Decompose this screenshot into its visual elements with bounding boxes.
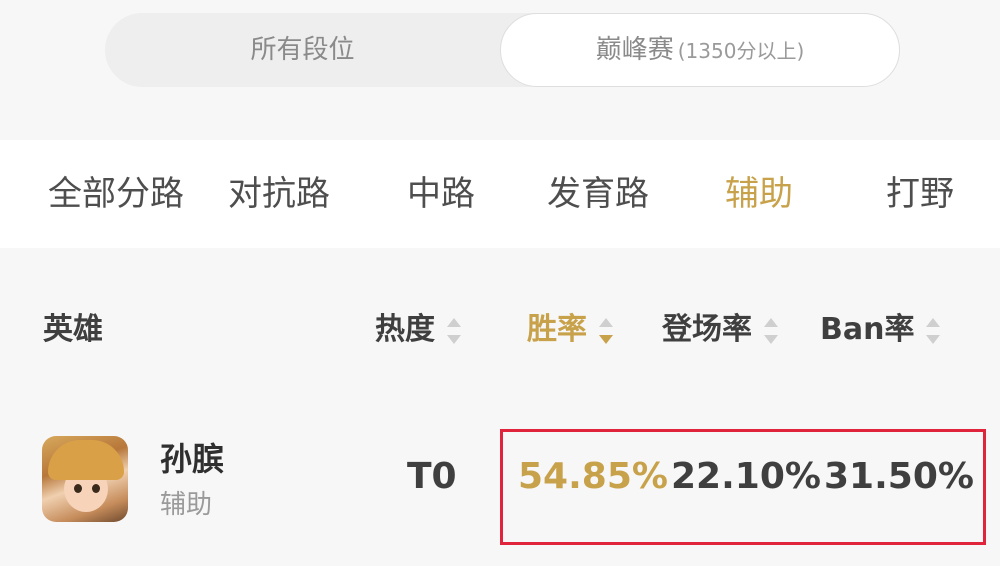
sort-arrows-icon bbox=[764, 316, 778, 346]
pick-rate-value: 22.10% bbox=[671, 456, 821, 497]
tab-all-lanes[interactable]: 全部分路 bbox=[48, 140, 184, 248]
column-heat[interactable]: 热度 bbox=[375, 300, 461, 360]
all-ranks-label: 所有段位 bbox=[250, 35, 355, 65]
tab-mid-lane[interactable]: 中路 bbox=[407, 140, 475, 248]
column-heat-label: 热度 bbox=[375, 312, 435, 347]
sort-desc-icon bbox=[599, 316, 613, 346]
column-ban-rate[interactable]: Ban率 bbox=[820, 300, 941, 360]
tab-jungle[interactable]: 打野 bbox=[886, 140, 954, 248]
hero-name: 孙膑 bbox=[160, 440, 225, 478]
peak-tab[interactable]: 巅峰赛 (1350分以上) bbox=[500, 13, 900, 87]
win-rate-value: 54.85% bbox=[518, 456, 668, 497]
avatar-eye bbox=[92, 484, 100, 493]
tab-top-lane[interactable]: 对抗路 bbox=[228, 140, 330, 248]
peak-sub-label: (1350分以上) bbox=[677, 39, 805, 63]
sort-arrows-icon bbox=[926, 316, 941, 346]
hero-role: 辅助 bbox=[160, 490, 213, 520]
tab-bot-lane[interactable]: 发育路 bbox=[547, 140, 649, 248]
sort-arrows-icon bbox=[447, 316, 461, 346]
all-ranks-tab[interactable]: 所有段位 bbox=[105, 13, 500, 87]
hero-avatar bbox=[42, 436, 128, 522]
column-win-rate[interactable]: 胜率 bbox=[527, 300, 613, 360]
column-hero-label: 英雄 bbox=[43, 312, 103, 347]
hero-tier: T0 bbox=[407, 456, 457, 497]
avatar-hair bbox=[48, 440, 124, 480]
column-pick-rate[interactable]: 登场率 bbox=[662, 300, 778, 360]
peak-label: 巅峰赛 bbox=[595, 35, 674, 65]
rank-filter: 所有段位 巅峰赛 (1350分以上) bbox=[105, 13, 900, 87]
column-win-rate-label: 胜率 bbox=[527, 312, 587, 347]
tab-support[interactable]: 辅助 bbox=[725, 140, 793, 248]
column-ban-rate-label: Ban率 bbox=[820, 312, 915, 347]
lane-tabs: 全部分路 对抗路 中路 发育路 辅助 打野 bbox=[0, 140, 1000, 248]
column-pick-rate-label: 登场率 bbox=[662, 312, 752, 347]
avatar-eye bbox=[74, 484, 82, 493]
column-hero: 英雄 bbox=[43, 300, 103, 360]
ban-rate-value: 31.50% bbox=[824, 456, 974, 497]
